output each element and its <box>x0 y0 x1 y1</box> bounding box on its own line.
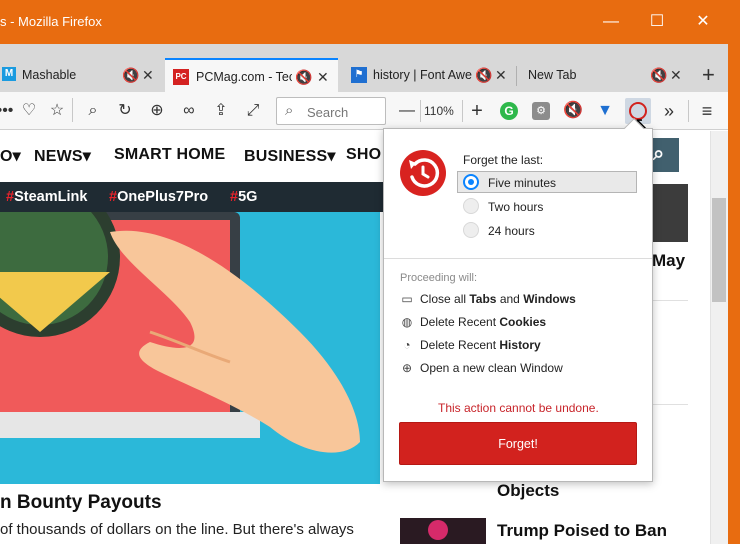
radio-two-hours[interactable] <box>463 198 479 214</box>
page-actions-icon[interactable]: ••• <box>0 100 16 122</box>
overflow-chevron-icon[interactable]: » <box>658 100 680 122</box>
pcmag-favicon-icon: PC <box>173 69 189 85</box>
mute-extension-icon[interactable]: 🔇 <box>562 100 584 122</box>
nav-item-news[interactable]: NEWS▾ <box>34 146 91 166</box>
nav-item-business[interactable]: BUSINESS▾ <box>244 146 336 166</box>
close-tab-icon[interactable]: ✕ <box>495 67 507 84</box>
search-icon[interactable]: ⌕ <box>82 100 104 122</box>
article-headline[interactable]: n Bounty Payouts <box>0 492 162 514</box>
article-thumbnail[interactable] <box>400 518 486 544</box>
toolbar-divider <box>72 98 73 122</box>
tab-label: New Tab <box>528 68 577 82</box>
divider <box>652 300 688 301</box>
close-tab-icon[interactable]: ✕ <box>317 69 329 86</box>
close-tab-icon[interactable]: ✕ <box>142 67 154 84</box>
radio-24-hours[interactable] <box>463 222 479 238</box>
search-icon: ⌕ <box>653 143 665 165</box>
close-tab-icon[interactable]: ✕ <box>670 67 682 84</box>
trending-link[interactable]: #SteamLink <box>6 189 87 205</box>
zoom-in-button[interactable]: + <box>466 100 488 122</box>
tab-font-awesome[interactable]: ⚑ history | Font Awe 🔇 ✕ <box>341 58 514 92</box>
zoom-out-button[interactable]: — <box>396 100 418 122</box>
zoom-level[interactable]: 110% <box>424 104 454 118</box>
search-placeholder: Search <box>307 105 349 120</box>
nav-item-smart-home[interactable]: SMART HOME <box>114 146 225 164</box>
muted-speaker-icon[interactable]: 🔇 <box>295 69 312 86</box>
history-clock-icon: ◔ <box>403 338 411 352</box>
toolbar-divider <box>688 100 689 122</box>
muted-speaker-icon[interactable]: 🔇 <box>475 67 492 84</box>
mashable-favicon-icon: M <box>2 67 16 81</box>
article-title[interactable]: May <box>652 251 685 271</box>
option-label[interactable]: Five minutes <box>488 176 556 190</box>
muted-speaker-icon[interactable]: 🔇 <box>122 67 139 84</box>
grammarly-icon[interactable]: G <box>500 102 518 120</box>
minimize-button[interactable]: — <box>588 8 634 36</box>
radio-five-minutes[interactable] <box>463 174 479 190</box>
tablet-hand-illustration <box>0 212 360 453</box>
tab-label: Mashable <box>22 68 77 82</box>
divider <box>652 404 688 405</box>
page-scrollbar[interactable] <box>710 131 728 544</box>
tab-separator <box>516 66 517 86</box>
action-open-window: Open a new clean Window <box>420 361 563 375</box>
action-delete-history: Delete Recent History <box>420 338 541 352</box>
reload-icon[interactable]: ↻ <box>114 100 136 122</box>
nav-item[interactable]: O▾ <box>0 146 21 166</box>
bookmark-star-icon[interactable]: ☆ <box>46 100 68 122</box>
maximize-button[interactable]: ☐ <box>634 8 680 36</box>
forget-logo-icon <box>400 150 446 196</box>
upload-icon[interactable]: ⇪ <box>210 100 232 122</box>
scrollbar-thumb[interactable] <box>712 198 726 302</box>
tab-pcmag[interactable]: PC PCMag.com - Tech 🔇 ✕ <box>165 58 338 92</box>
toolbar-divider <box>420 100 421 122</box>
article-title[interactable]: Objects <box>497 481 559 501</box>
forget-button[interactable]: Forget! <box>399 422 637 465</box>
toolbar-divider <box>462 100 463 122</box>
warning-text: This action cannot be undone. <box>438 401 599 415</box>
action-close-all: Close all Tabs and Windows <box>420 292 576 306</box>
vpn-shield-icon[interactable]: ▼ <box>594 100 616 122</box>
tab-label: history | Font Awe <box>373 68 472 82</box>
search-icon: ⌕ <box>285 102 294 119</box>
popup-divider <box>384 258 652 259</box>
tab-new-tab[interactable]: New Tab 🔇 ✕ <box>518 58 692 92</box>
close-windows-icon: ▭ <box>401 292 413 306</box>
forget-the-last-label: Forget the last: <box>463 153 544 167</box>
option-label[interactable]: 24 hours <box>488 224 535 238</box>
trending-link[interactable]: #OnePlus7Pro <box>109 189 208 205</box>
clock-rewind-glyph <box>409 158 440 188</box>
pocket-icon[interactable]: ♡ <box>18 100 40 122</box>
title-bar: s - Mozilla Firefox — ☐ ✕ <box>0 0 740 44</box>
cookie-icon: ◍ <box>401 315 413 329</box>
plus-circle-icon: ⊕ <box>401 361 413 375</box>
action-delete-cookies: Delete Recent Cookies <box>420 315 547 329</box>
new-container-icon[interactable]: ⊕ <box>146 100 168 122</box>
hamburger-menu-icon[interactable]: ≡ <box>696 100 718 122</box>
window-border <box>728 0 740 544</box>
tab-label: PCMag.com - Tech <box>196 70 292 84</box>
new-tab-plus-icon[interactable]: + <box>702 62 715 88</box>
search-input[interactable]: ⌕ Search <box>276 97 386 125</box>
option-label[interactable]: Two hours <box>488 200 543 214</box>
browser-window: s - Mozilla Firefox — ☐ ✕ M Mashable 🔇 ✕… <box>0 0 740 544</box>
hero-illustration[interactable] <box>0 212 380 484</box>
flag-icon: ⚑ <box>351 67 367 83</box>
expand-icon[interactable]: ⤢ <box>242 100 264 122</box>
tab-mashable[interactable]: M Mashable 🔇 ✕ <box>0 58 162 92</box>
private-mask-icon[interactable]: ∞ <box>178 100 200 122</box>
article-title[interactable]: Trump Poised to Ban <box>497 521 667 541</box>
proceeding-will-label: Proceeding will: <box>400 272 478 284</box>
thumbnail-graphic <box>428 520 448 540</box>
trending-link[interactable]: #5G <box>230 189 257 205</box>
extension-icon[interactable]: ⚙ <box>532 102 550 120</box>
nav-item-shop[interactable]: SHO <box>346 146 381 164</box>
window-title: s - Mozilla Firefox <box>0 14 102 29</box>
article-thumbnail[interactable] <box>652 184 688 242</box>
article-summary: of thousands of dollars on the line. But… <box>0 521 354 538</box>
close-window-button[interactable]: ✕ <box>680 8 726 36</box>
muted-speaker-icon[interactable]: 🔇 <box>650 67 667 84</box>
